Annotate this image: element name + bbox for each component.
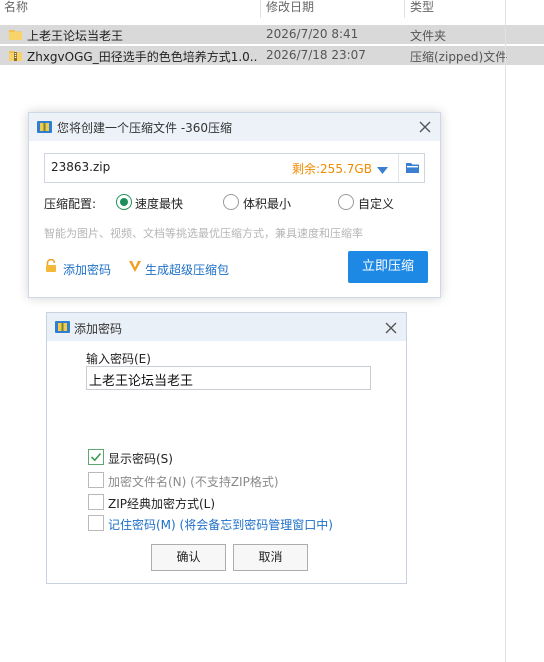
column-header-row: 名称 修改日期 类型 xyxy=(0,0,544,18)
free-space: 剩余:255.7GB xyxy=(292,162,372,176)
file-date: 2026/7/20 8:41 xyxy=(266,27,359,41)
encrypt-filenames-checkbox[interactable] xyxy=(88,472,104,488)
column-divider[interactable] xyxy=(404,0,405,18)
zip-classic-label[interactable]: ZIP经典加密方式(L) xyxy=(108,495,215,512)
remember-password-label[interactable]: 记住密码(M) (将会备忘到密码管理窗口中) xyxy=(108,516,333,533)
browse-folder-icon[interactable] xyxy=(405,161,420,177)
radio-custom[interactable] xyxy=(338,194,354,210)
pane-divider xyxy=(505,0,506,662)
zip-folder-icon xyxy=(8,48,23,65)
file-name: ZhxgvOGG_田径选手的色色培养方式1.0... xyxy=(27,50,257,64)
encrypt-filenames-label[interactable]: 加密文件名(N) (不支持ZIP格式) xyxy=(108,473,279,490)
archive-filename: 23863.zip xyxy=(51,160,111,174)
compress-dialog-titlebar[interactable]: 您将创建一个压缩文件 -360压缩 xyxy=(29,113,440,141)
cancel-button[interactable]: 取消 xyxy=(233,544,308,571)
folder-icon xyxy=(8,27,23,44)
column-type[interactable]: 类型 xyxy=(410,0,434,14)
archive-path-field[interactable]: 23863.zip 剩余:255.7GB xyxy=(44,153,425,183)
remember-password-checkbox[interactable] xyxy=(88,515,104,531)
file-type: 压缩(zipped)文件 xyxy=(410,50,508,64)
option-smallest-label[interactable]: 体积最小 xyxy=(243,195,291,212)
compress-dialog: 您将创建一个压缩文件 -360压缩 23863.zip 剩余:255.7GB 压… xyxy=(28,112,441,298)
compress-now-button[interactable]: 立即压缩 xyxy=(348,251,428,283)
column-date[interactable]: 修改日期 xyxy=(266,0,314,14)
lock-icon xyxy=(44,258,58,276)
file-row[interactable]: ZhxgvOGG_田径选手的色色培养方式1.0... 2026/7/18 23:… xyxy=(0,46,544,65)
add-password-link[interactable]: 添加密码 xyxy=(63,261,111,278)
app-360-icon xyxy=(37,120,52,137)
password-input[interactable]: 上老王论坛当老王 xyxy=(86,366,371,390)
column-divider[interactable] xyxy=(260,0,261,18)
password-value: 上老王论坛当老王 xyxy=(89,374,194,389)
ok-button[interactable]: 确认 xyxy=(151,544,226,571)
close-icon[interactable] xyxy=(419,121,431,133)
password-dialog-title: 添加密码 xyxy=(74,322,123,336)
config-label: 压缩配置: xyxy=(44,197,97,211)
make-sfx-link[interactable]: 生成超级压缩包 xyxy=(145,261,229,278)
compress-hint: 智能为图片、视频、文档等挑选最优压缩方式，兼具速度和压缩率 xyxy=(44,227,363,240)
password-input-label: 输入密码(E) xyxy=(86,352,151,366)
file-row[interactable]: 上老王论坛当老王 2026/7/20 8:41 文件夹 xyxy=(0,25,544,44)
v-badge-icon xyxy=(128,259,142,276)
file-date: 2026/7/18 23:07 xyxy=(266,48,366,62)
radio-fastest[interactable] xyxy=(116,194,132,210)
chevron-down-icon[interactable] xyxy=(377,164,388,178)
show-password-label[interactable]: 显示密码(S) xyxy=(108,450,173,467)
field-divider xyxy=(398,154,399,182)
show-password-checkbox[interactable] xyxy=(88,449,104,465)
app-360-icon xyxy=(55,320,70,337)
password-dialog-titlebar[interactable]: 添加密码 xyxy=(47,313,406,341)
option-fastest-label[interactable]: 速度最快 xyxy=(135,195,183,212)
radio-smallest[interactable] xyxy=(223,194,239,210)
close-icon[interactable] xyxy=(385,322,397,334)
compress-dialog-title: 您将创建一个压缩文件 -360压缩 xyxy=(57,121,233,135)
column-name[interactable]: 名称 xyxy=(4,0,28,14)
option-custom-label[interactable]: 自定义 xyxy=(358,195,394,212)
file-name: 上老王论坛当老王 xyxy=(27,29,124,43)
zip-classic-checkbox[interactable] xyxy=(88,494,104,510)
add-password-dialog: 添加密码 输入密码(E) 上老王论坛当老王 显示密码(S) 加密文件名(N) (… xyxy=(46,312,407,584)
file-type: 文件夹 xyxy=(410,29,447,43)
